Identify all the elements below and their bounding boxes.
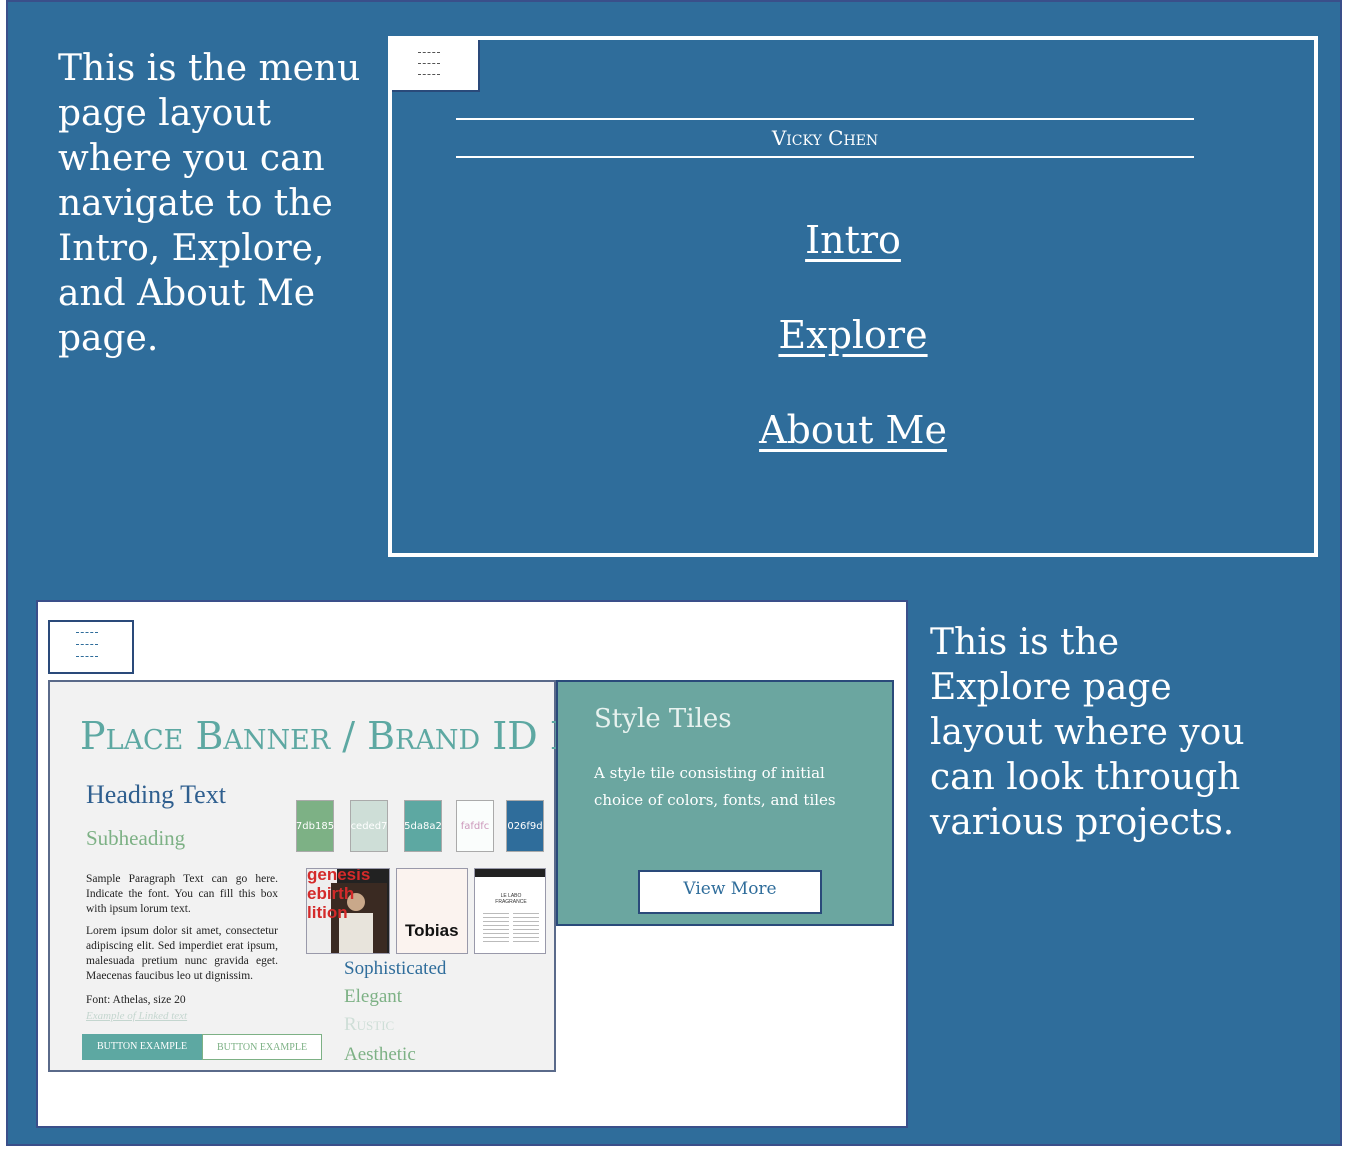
view-more-button[interactable]: View More: [638, 870, 822, 914]
site-name: Vicky Chen: [771, 126, 879, 150]
menu-link-explore-label[interactable]: Explore: [778, 313, 927, 357]
thumbnail-title: Tobias: [405, 921, 459, 940]
menu-link-about[interactable]: About Me: [392, 408, 1314, 452]
adjective: Rustic: [344, 1014, 395, 1035]
adjective: Sophisticated: [344, 958, 447, 979]
top-divider: [456, 118, 1194, 120]
project-thumbnail-lelabo[interactable]: LE LABO FRAGRANCE: [474, 868, 546, 954]
color-swatch: 5da8a2: [404, 800, 442, 852]
project-thumbnail-genesis[interactable]: genesis ebirth lition: [306, 868, 390, 954]
hamburger-menu-icon[interactable]: [392, 40, 480, 92]
menu-link-intro[interactable]: Intro: [392, 218, 1314, 262]
hamburger-menu-icon[interactable]: [48, 620, 134, 674]
menu-link-about-label[interactable]: About Me: [759, 408, 947, 452]
heading-text: Heading Text: [86, 780, 226, 809]
panel-title: Style Tiles: [594, 704, 732, 734]
menu-caption: This is the menu page layout where you c…: [58, 48, 361, 359]
bottom-divider: [456, 156, 1194, 158]
color-swatch: 026f9d: [506, 800, 544, 852]
font-info: Font: Athelas, size 20: [86, 994, 186, 1006]
style-tile: Place Banner / Brand ID Here Heading Tex…: [48, 680, 643, 1072]
sample-paragraph: Sample Paragraph Text can go here. Indic…: [86, 873, 278, 915]
button-example-outline[interactable]: BUTTON EXAMPLE: [202, 1034, 322, 1060]
explore-page-mockup: Place Banner / Brand ID Here Heading Tex…: [36, 600, 908, 1128]
thumbnail-title: genesis ebirth lition: [307, 868, 371, 922]
subheading-text: Subheading: [86, 826, 186, 850]
color-swatch: 7db185: [296, 800, 334, 852]
menu-link-intro-label[interactable]: Intro: [805, 218, 901, 262]
lorem-paragraph: Lorem ipsum dolor sit amet, consectetur …: [86, 925, 278, 982]
project-thumbnail-tobias[interactable]: Tobias: [396, 868, 468, 954]
style-tiles-panel: Style Tiles A style tile consisting of i…: [556, 680, 894, 926]
menu-link-explore[interactable]: Explore: [392, 313, 1314, 357]
adjective: Aesthetic: [344, 1044, 416, 1065]
button-example-filled[interactable]: BUTTON EXAMPLE: [82, 1034, 202, 1060]
menu-page-mockup: Vicky Chen Intro Explore About Me: [388, 36, 1318, 557]
explore-caption: This is the Explore page layout where yo…: [930, 622, 1245, 843]
adjective: Elegant: [344, 986, 403, 1007]
linked-text-example[interactable]: Example of Linked text: [86, 1010, 187, 1022]
panel-description: A style tile consisting of initial choic…: [594, 764, 836, 809]
brand-banner: Place Banner / Brand ID Here: [80, 714, 643, 758]
color-swatch: ceded7: [350, 800, 388, 852]
thumbnail-title: LE LABO FRAGRANCE: [495, 893, 527, 905]
color-swatch: fafdfc: [456, 800, 494, 852]
